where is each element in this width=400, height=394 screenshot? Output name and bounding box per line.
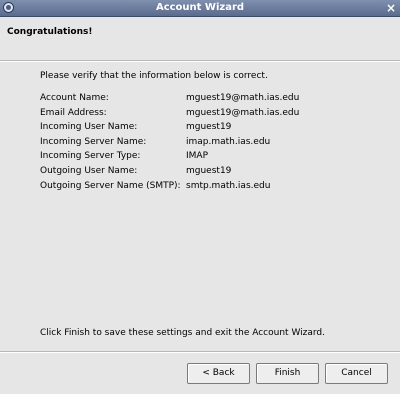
cancel-button[interactable]: Cancel: [325, 363, 388, 384]
summary-label: Outgoing Server Name (SMTP):: [40, 180, 181, 191]
summary-label: Incoming Server Name:: [40, 136, 147, 147]
footer-divider: [0, 351, 400, 353]
summary-row-outgoing-user-name: Outgoing User Name: mguest19: [40, 166, 380, 181]
window-title: Account Wizard: [155, 2, 245, 13]
summary-value: mguest19@math.ias.edu: [186, 107, 300, 118]
summary-row-outgoing-server-name: Outgoing Server Name (SMTP): smtp.math.i…: [40, 181, 380, 196]
summary-row-incoming-server-name: Incoming Server Name: imap.math.ias.edu: [40, 137, 380, 152]
wizard-header: Congratulations!: [0, 17, 400, 61]
title-bar[interactable]: Account Wizard ×: [0, 0, 400, 17]
summary-value: mguest19@math.ias.edu: [186, 93, 300, 103]
summary-label: Outgoing User Name:: [40, 165, 138, 176]
header-divider: [0, 61, 400, 62]
summary-row-incoming-server-type: Incoming Server Type: IMAP: [40, 151, 380, 166]
summary-value: mguest19: [186, 165, 232, 176]
summary-label: Account Name:: [40, 93, 109, 103]
back-button[interactable]: < Back: [187, 363, 250, 384]
summary-label: Incoming User Name:: [40, 122, 138, 133]
finish-instruction: Click Finish to save these settings and …: [40, 328, 325, 338]
account-summary: Account Name: mguest19@math.ias.edu Emai…: [40, 93, 380, 195]
finish-button[interactable]: Finish: [256, 363, 319, 384]
intro-text: Please verify that the information below…: [40, 71, 268, 81]
account-wizard-window: Account Wizard × Congratulations! Please…: [0, 0, 400, 394]
summary-value: smtp.math.ias.edu: [186, 180, 271, 191]
close-icon[interactable]: ×: [384, 1, 398, 15]
summary-row-account-name: Account Name: mguest19@math.ias.edu: [40, 93, 380, 108]
summary-label: Incoming Server Type:: [40, 151, 141, 162]
summary-row-incoming-user-name: Incoming User Name: mguest19: [40, 122, 380, 137]
summary-value: mguest19: [186, 122, 232, 133]
summary-row-email-address: Email Address: mguest19@math.ias.edu: [40, 108, 380, 123]
summary-label: Email Address:: [40, 107, 107, 118]
summary-value: IMAP: [186, 151, 209, 162]
page-heading: Congratulations!: [7, 27, 93, 37]
summary-value: imap.math.ias.edu: [186, 136, 271, 147]
